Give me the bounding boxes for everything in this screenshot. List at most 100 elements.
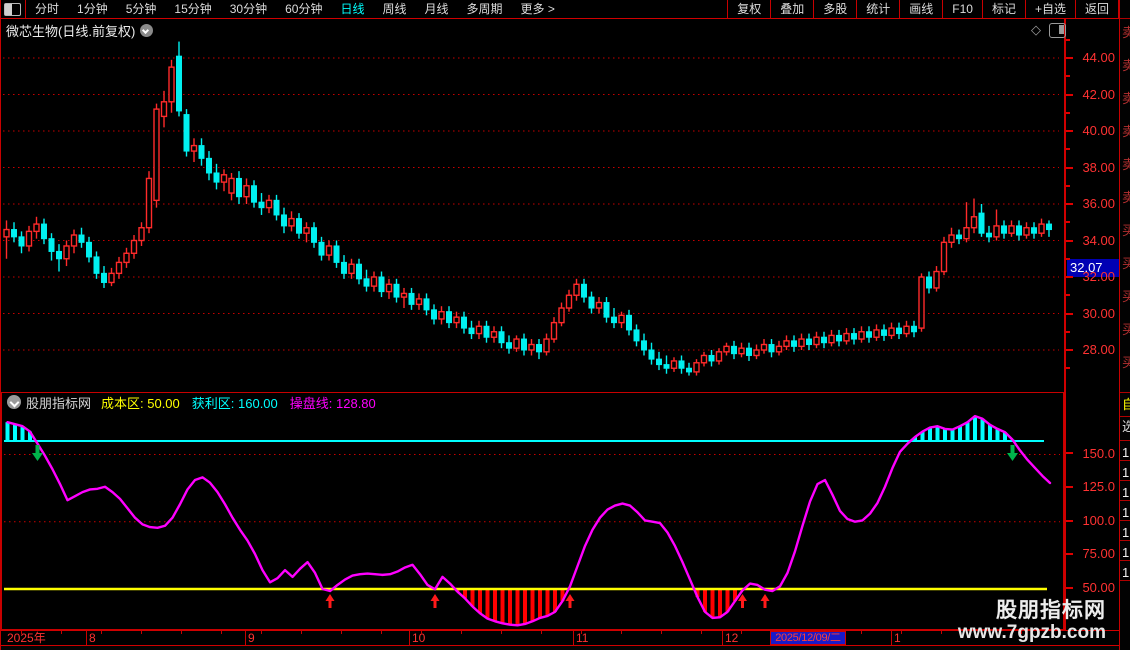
price-axis-label: 34.00 — [1069, 234, 1115, 248]
sidebar-strip-item[interactable]: 1 — [1122, 486, 1129, 500]
sidebar-strip-divider — [1120, 500, 1130, 501]
sidebar-strip-item[interactable]: 卖 — [1122, 158, 1130, 172]
sidebar-strip-item[interactable]: 选 — [1122, 420, 1130, 434]
sidebar-strip-item[interactable]: 买 — [1122, 224, 1130, 238]
date-axis-separator — [409, 631, 410, 645]
sidebar-strip-item[interactable]: 买 — [1122, 257, 1130, 271]
period-tab-weekly[interactable]: 周线 — [373, 0, 415, 19]
price-axis-tick — [1066, 75, 1070, 77]
indicator-chart[interactable] — [2, 393, 1063, 629]
toolbar-button-draw-line[interactable]: 画线 — [899, 0, 942, 19]
price-axis-tick — [1066, 294, 1070, 296]
period-tab-daily[interactable]: 日线 — [331, 0, 373, 19]
sidebar-strip-item[interactable]: 1 — [1122, 546, 1129, 560]
window-split-icon[interactable] — [4, 3, 21, 16]
price-axis-tick — [1066, 57, 1073, 59]
toolbar-button-overlay[interactable]: 叠加 — [770, 0, 813, 19]
indicator-panel[interactable] — [1, 392, 1064, 630]
sidebar-strip-divider — [1120, 560, 1130, 561]
buy-arrow-icon — [761, 594, 770, 601]
sidebar-strip-divider — [1120, 540, 1130, 541]
period-tab-60min[interactable]: 60分钟 — [276, 0, 331, 19]
sidebar-strip-divider — [1120, 580, 1130, 581]
sidebar-strip-item[interactable]: 卖 — [1122, 191, 1130, 205]
sidebar-strip-item[interactable]: 卖 — [1122, 125, 1130, 139]
price-axis-tick — [1066, 39, 1070, 41]
date-axis-tick — [101, 631, 102, 634]
price-axis-tick — [1066, 221, 1070, 223]
date-axis-tick — [181, 631, 182, 634]
sidebar-strip-item[interactable]: 卖 — [1122, 26, 1130, 40]
toolbar-button-back[interactable]: 返回 — [1075, 0, 1119, 19]
toolbar-button-adjust[interactable]: 复权 — [727, 0, 770, 19]
price-axis-tick — [1066, 313, 1073, 315]
sidebar-strip-item[interactable]: 1 — [1122, 506, 1129, 520]
date-axis-separator — [722, 631, 723, 645]
diamond-icon[interactable]: ◇ — [1031, 23, 1041, 37]
date-axis-label: 12 — [725, 632, 738, 645]
indicator-field-成本区: 成本区: 50.00 — [101, 393, 180, 412]
sidebar-strip-item[interactable]: 卖 — [1122, 59, 1130, 73]
sidebar-strip-item[interactable]: 1 — [1122, 466, 1129, 480]
sidebar-strip-item[interactable]: 卖 — [1122, 92, 1130, 106]
sidebar-strip-item[interactable]: 1 — [1122, 446, 1129, 460]
sidebar-strip-divider — [1120, 520, 1130, 521]
price-axis: 32.07 44.0042.0040.0038.0036.0034.0032.0… — [1064, 19, 1119, 392]
sidebar-strip-item[interactable]: 1 — [1122, 566, 1129, 580]
price-axis-tick — [1066, 331, 1070, 333]
date-axis-tick — [301, 631, 302, 634]
toolbar-button-add-watchlist[interactable]: +自选 — [1025, 0, 1075, 19]
sidebar-strip-item[interactable]: 自 — [1122, 398, 1130, 412]
date-axis-tick — [501, 631, 502, 634]
watermark-name: 股朋指标网 — [958, 600, 1106, 622]
date-axis-label: 2025年 — [7, 632, 46, 645]
chevron-down-icon[interactable] — [140, 24, 153, 37]
chevron-down-icon[interactable] — [7, 395, 21, 409]
price-axis-tick — [1066, 94, 1073, 96]
period-tab-15min[interactable]: 15分钟 — [165, 0, 220, 19]
date-axis-separator — [891, 631, 892, 645]
sidebar-strip-divider — [1120, 460, 1130, 461]
date-axis-separator — [86, 631, 87, 645]
indicator-axis-tick — [1066, 553, 1073, 555]
operate-line — [8, 416, 1051, 625]
date-axis-tick — [261, 631, 262, 634]
indicator-axis-tick — [1066, 587, 1073, 589]
toolbar-button-mark[interactable]: 标记 — [982, 0, 1025, 19]
price-axis-tick — [1066, 276, 1073, 278]
indicator-gridlines — [4, 454, 1060, 521]
indicator-axis-tick — [1066, 520, 1073, 522]
date-axis-tick — [741, 631, 742, 634]
indicator-axis-label: 50.00 — [1069, 581, 1115, 595]
date-axis-tick — [421, 631, 422, 634]
price-axis-label: 38.00 — [1069, 161, 1115, 175]
sell-arrow-icon — [32, 453, 43, 461]
date-axis-tick — [621, 631, 622, 634]
sidebar-strip-item[interactable]: 1 — [1122, 526, 1129, 540]
sidebar-strip-item[interactable]: 买 — [1122, 290, 1130, 304]
sidebar-strip-item[interactable]: 买 — [1122, 323, 1130, 337]
sidebar-strip-divider — [1120, 440, 1130, 441]
toolbar-button-multi-stock[interactable]: 多股 — [813, 0, 856, 19]
period-tab-1min[interactable]: 1分钟 — [68, 0, 117, 19]
indicator-header: 股朋指标网 成本区: 50.00获利区: 160.00操盘线: 128.80 — [7, 394, 388, 410]
price-axis-tick — [1066, 367, 1070, 369]
date-axis-tick — [61, 631, 62, 634]
toolbar-button-f10[interactable]: F10 — [942, 0, 982, 19]
sidebar-strip-divider — [1120, 416, 1130, 417]
period-tab-monthly[interactable]: 月线 — [416, 0, 458, 19]
period-tab-multi-period[interactable]: 多周期 — [458, 0, 512, 19]
period-tab-time-share[interactable]: 分时 — [26, 0, 68, 19]
right-sidebar-strip[interactable]: 卖卖卖卖卖卖买买买买买自选1111111 — [1119, 0, 1130, 650]
candlestick-chart[interactable] — [1, 19, 1064, 392]
page-title: 微芯生物(日线.前复权) — [6, 21, 135, 40]
toolbar-button-statistics[interactable]: 统计 — [856, 0, 899, 19]
price-axis-tick — [1066, 240, 1073, 242]
date-axis-tick — [461, 631, 462, 634]
period-tab-more[interactable]: 更多 > — [512, 0, 564, 19]
sidebar-strip-item[interactable]: 买 — [1122, 356, 1130, 370]
split-view-icon[interactable] — [1049, 23, 1066, 38]
period-tab-5min[interactable]: 5分钟 — [117, 0, 166, 19]
indicator-field-获利区: 获利区: 160.00 — [192, 393, 278, 412]
period-tab-30min[interactable]: 30分钟 — [221, 0, 276, 19]
